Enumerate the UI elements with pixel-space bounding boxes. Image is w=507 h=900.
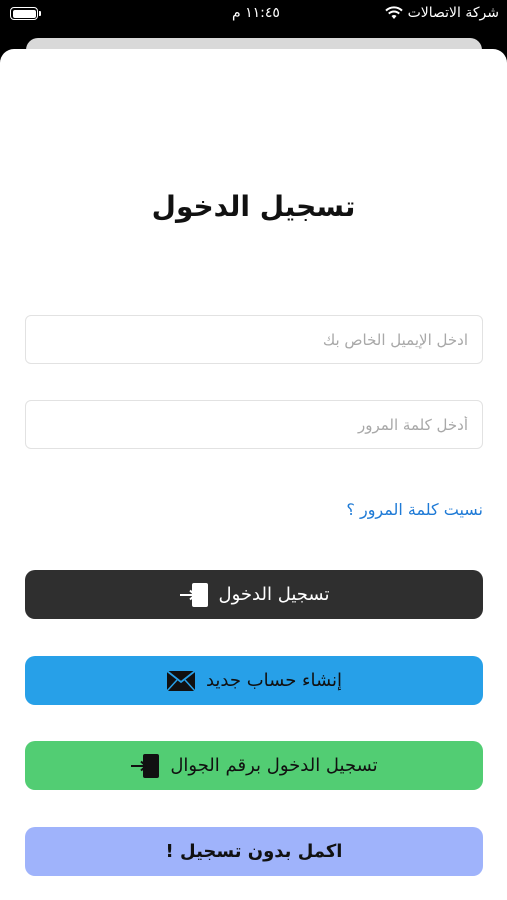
password-input[interactable] [26, 401, 482, 448]
password-field[interactable] [25, 400, 483, 449]
battery-icon [10, 7, 41, 20]
register-button[interactable]: إنشاء حساب جديد [25, 656, 483, 705]
status-bar: ١١:٤٥ م شركة الاتصالات [0, 0, 507, 30]
guest-continue-button[interactable]: اكمل بدون تسجيل ! [25, 827, 483, 876]
carrier-name: شركة الاتصالات [407, 5, 499, 21]
phone-login-button[interactable]: تسجيل الدخول برقم الجوال [25, 741, 483, 790]
envelope-icon [166, 668, 196, 694]
email-input[interactable] [26, 316, 482, 363]
login-icon [179, 582, 209, 608]
login-icon [130, 753, 160, 779]
email-field[interactable] [25, 315, 483, 364]
status-time: ١١:٤٥ م [232, 5, 280, 21]
register-button-label: إنشاء حساب جديد [205, 670, 343, 691]
phone-login-button-label: تسجيل الدخول برقم الجوال [170, 755, 378, 776]
wifi-icon [385, 6, 403, 19]
login-button[interactable]: تسجيل الدخول [25, 570, 483, 619]
login-button-label: تسجيل الدخول [218, 584, 330, 605]
guest-button-label: اكمل بدون تسجيل ! [165, 841, 343, 862]
page-title: تسجيل الدخول [151, 190, 356, 223]
forgot-password-link[interactable]: نسيت كلمة المرور ؟ [346, 500, 483, 519]
